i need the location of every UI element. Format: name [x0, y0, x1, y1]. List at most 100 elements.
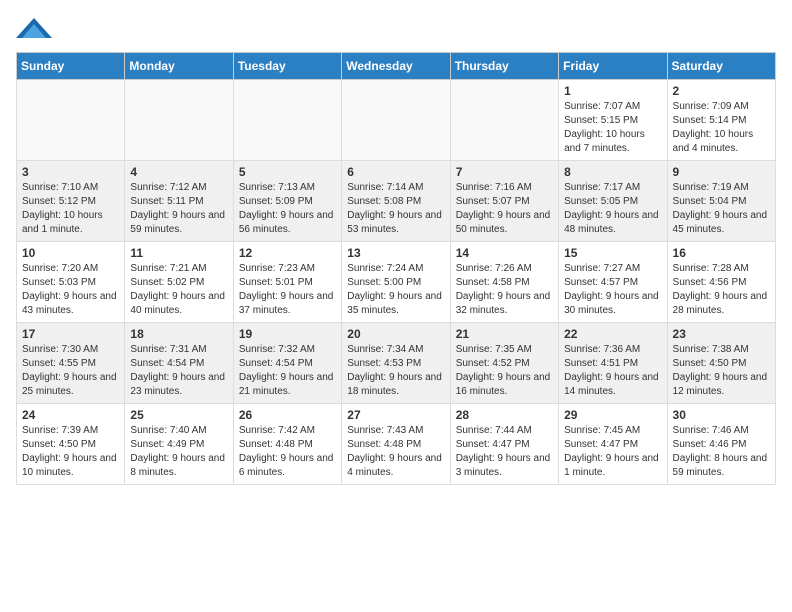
day-number: 7 — [456, 165, 553, 179]
day-info: Sunrise: 7:45 AM Sunset: 4:47 PM Dayligh… — [564, 424, 661, 480]
day-number: 8 — [564, 165, 661, 179]
calendar-cell: 24 Sunrise: 7:39 AM Sunset: 4:50 PM Dayli… — [17, 404, 125, 485]
calendar-cell: 29 Sunrise: 7:45 AM Sunset: 4:47 PM Dayli… — [559, 404, 667, 485]
calendar-cell — [125, 80, 233, 161]
day-info: Sunrise: 7:43 AM Sunset: 4:48 PM Dayligh… — [347, 424, 444, 480]
day-header-saturday: Saturday — [667, 53, 775, 80]
week-row-1: 1 Sunrise: 7:07 AM Sunset: 5:15 PM Daylig… — [17, 80, 776, 161]
day-number: 19 — [239, 327, 336, 341]
calendar-cell — [233, 80, 341, 161]
day-number: 2 — [673, 84, 770, 98]
day-info: Sunrise: 7:16 AM Sunset: 5:07 PM Dayligh… — [456, 181, 553, 237]
day-number: 24 — [22, 408, 119, 422]
day-info: Sunrise: 7:42 AM Sunset: 4:48 PM Dayligh… — [239, 424, 336, 480]
calendar-cell: 3Sunrise: 7:10 AM Sunset: 5:12 PM Daylig… — [17, 161, 125, 242]
week-row-4: 17 Sunrise: 7:30 AM Sunset: 4:55 PM Dayli… — [17, 323, 776, 404]
day-number: 23 — [673, 327, 770, 341]
day-info: Sunrise: 7:17 AM Sunset: 5:05 PM Dayligh… — [564, 181, 661, 237]
day-header-monday: Monday — [125, 53, 233, 80]
day-info: Sunrise: 7:34 AM Sunset: 4:53 PM Dayligh… — [347, 343, 444, 399]
day-number: 12 — [239, 246, 336, 260]
day-number: 16 — [673, 246, 770, 260]
calendar-cell: 30 Sunrise: 7:46 AM Sunset: 4:46 PM Dayli… — [667, 404, 775, 485]
day-info: Sunrise: 7:12 AM Sunset: 5:11 PM Dayligh… — [130, 181, 227, 237]
week-row-5: 24 Sunrise: 7:39 AM Sunset: 4:50 PM Dayli… — [17, 404, 776, 485]
day-info: Sunrise: 7:24 AM Sunset: 5:00 PM Dayligh… — [347, 262, 444, 318]
calendar-cell — [342, 80, 450, 161]
calendar-cell: 10 Sunrise: 7:20 AM Sunset: 5:03 PM Dayli… — [17, 242, 125, 323]
calendar-cell: 14Sunrise: 7:26 AM Sunset: 4:58 PM Dayli… — [450, 242, 558, 323]
day-number: 4 — [130, 165, 227, 179]
day-number: 5 — [239, 165, 336, 179]
logo — [16, 16, 56, 40]
day-info: Sunrise: 7:23 AM Sunset: 5:01 PM Dayligh… — [239, 262, 336, 318]
day-info: Sunrise: 7:19 AM Sunset: 5:04 PM Dayligh… — [673, 181, 770, 237]
calendar-cell: 15 Sunrise: 7:27 AM Sunset: 4:57 PM Dayli… — [559, 242, 667, 323]
calendar-cell: 21 Sunrise: 7:35 AM Sunset: 4:52 PM Dayli… — [450, 323, 558, 404]
day-number: 30 — [673, 408, 770, 422]
day-info: Sunrise: 7:31 AM Sunset: 4:54 PM Dayligh… — [130, 343, 227, 399]
calendar-cell: 2 Sunrise: 7:09 AM Sunset: 5:14 PM Daylig… — [667, 80, 775, 161]
day-header-sunday: Sunday — [17, 53, 125, 80]
day-info: Sunrise: 7:10 AM Sunset: 5:12 PM Dayligh… — [22, 181, 119, 237]
calendar-cell: 27Sunrise: 7:43 AM Sunset: 4:48 PM Dayli… — [342, 404, 450, 485]
day-info: Sunrise: 7:40 AM Sunset: 4:49 PM Dayligh… — [130, 424, 227, 480]
day-info: Sunrise: 7:46 AM Sunset: 4:46 PM Dayligh… — [673, 424, 770, 480]
calendar-cell — [17, 80, 125, 161]
day-info: Sunrise: 7:32 AM Sunset: 4:54 PM Dayligh… — [239, 343, 336, 399]
week-row-2: 3Sunrise: 7:10 AM Sunset: 5:12 PM Daylig… — [17, 161, 776, 242]
day-number: 1 — [564, 84, 661, 98]
day-info: Sunrise: 7:26 AM Sunset: 4:58 PM Dayligh… — [456, 262, 553, 318]
calendar-cell: 8 Sunrise: 7:17 AM Sunset: 5:05 PM Daylig… — [559, 161, 667, 242]
day-number: 11 — [130, 246, 227, 260]
day-number: 10 — [22, 246, 119, 260]
day-info: Sunrise: 7:09 AM Sunset: 5:14 PM Dayligh… — [673, 100, 770, 156]
day-info: Sunrise: 7:44 AM Sunset: 4:47 PM Dayligh… — [456, 424, 553, 480]
calendar-cell: 7 Sunrise: 7:16 AM Sunset: 5:07 PM Daylig… — [450, 161, 558, 242]
calendar-cell: 9Sunrise: 7:19 AM Sunset: 5:04 PM Daylig… — [667, 161, 775, 242]
day-number: 17 — [22, 327, 119, 341]
calendar-table: SundayMondayTuesdayWednesdayThursdayFrid… — [16, 52, 776, 485]
day-info: Sunrise: 7:35 AM Sunset: 4:52 PM Dayligh… — [456, 343, 553, 399]
day-info: Sunrise: 7:27 AM Sunset: 4:57 PM Dayligh… — [564, 262, 661, 318]
day-info: Sunrise: 7:21 AM Sunset: 5:02 PM Dayligh… — [130, 262, 227, 318]
day-header-friday: Friday — [559, 53, 667, 80]
day-number: 22 — [564, 327, 661, 341]
calendar-cell: 16Sunrise: 7:28 AM Sunset: 4:56 PM Dayli… — [667, 242, 775, 323]
calendar-cell: 1 Sunrise: 7:07 AM Sunset: 5:15 PM Daylig… — [559, 80, 667, 161]
page-header — [16, 16, 776, 40]
day-number: 28 — [456, 408, 553, 422]
day-number: 6 — [347, 165, 444, 179]
day-info: Sunrise: 7:07 AM Sunset: 5:15 PM Dayligh… — [564, 100, 661, 156]
calendar-cell — [450, 80, 558, 161]
day-header-wednesday: Wednesday — [342, 53, 450, 80]
day-number: 18 — [130, 327, 227, 341]
day-number: 29 — [564, 408, 661, 422]
logo-icon — [16, 16, 52, 40]
day-info: Sunrise: 7:20 AM Sunset: 5:03 PM Dayligh… — [22, 262, 119, 318]
day-number: 20 — [347, 327, 444, 341]
calendar-cell: 6 Sunrise: 7:14 AM Sunset: 5:08 PM Daylig… — [342, 161, 450, 242]
calendar-cell: 12 Sunrise: 7:23 AM Sunset: 5:01 PM Dayli… — [233, 242, 341, 323]
day-header-tuesday: Tuesday — [233, 53, 341, 80]
day-header-thursday: Thursday — [450, 53, 558, 80]
day-info: Sunrise: 7:39 AM Sunset: 4:50 PM Dayligh… — [22, 424, 119, 480]
calendar-cell: 22 Sunrise: 7:36 AM Sunset: 4:51 PM Dayli… — [559, 323, 667, 404]
calendar-cell: 13 Sunrise: 7:24 AM Sunset: 5:00 PM Dayli… — [342, 242, 450, 323]
day-info: Sunrise: 7:36 AM Sunset: 4:51 PM Dayligh… — [564, 343, 661, 399]
day-number: 21 — [456, 327, 553, 341]
day-info: Sunrise: 7:13 AM Sunset: 5:09 PM Dayligh… — [239, 181, 336, 237]
calendar-cell: 23Sunrise: 7:38 AM Sunset: 4:50 PM Dayli… — [667, 323, 775, 404]
day-info: Sunrise: 7:14 AM Sunset: 5:08 PM Dayligh… — [347, 181, 444, 237]
day-info: Sunrise: 7:30 AM Sunset: 4:55 PM Dayligh… — [22, 343, 119, 399]
calendar-cell: 5 Sunrise: 7:13 AM Sunset: 5:09 PM Daylig… — [233, 161, 341, 242]
day-number: 15 — [564, 246, 661, 260]
day-number: 25 — [130, 408, 227, 422]
calendar-cell: 18 Sunrise: 7:31 AM Sunset: 4:54 PM Dayli… — [125, 323, 233, 404]
calendar-cell: 26 Sunrise: 7:42 AM Sunset: 4:48 PM Dayli… — [233, 404, 341, 485]
day-number: 13 — [347, 246, 444, 260]
calendar-cell: 11 Sunrise: 7:21 AM Sunset: 5:02 PM Dayli… — [125, 242, 233, 323]
calendar-cell: 25 Sunrise: 7:40 AM Sunset: 4:49 PM Dayli… — [125, 404, 233, 485]
calendar-cell: 28 Sunrise: 7:44 AM Sunset: 4:47 PM Dayli… — [450, 404, 558, 485]
day-number: 26 — [239, 408, 336, 422]
